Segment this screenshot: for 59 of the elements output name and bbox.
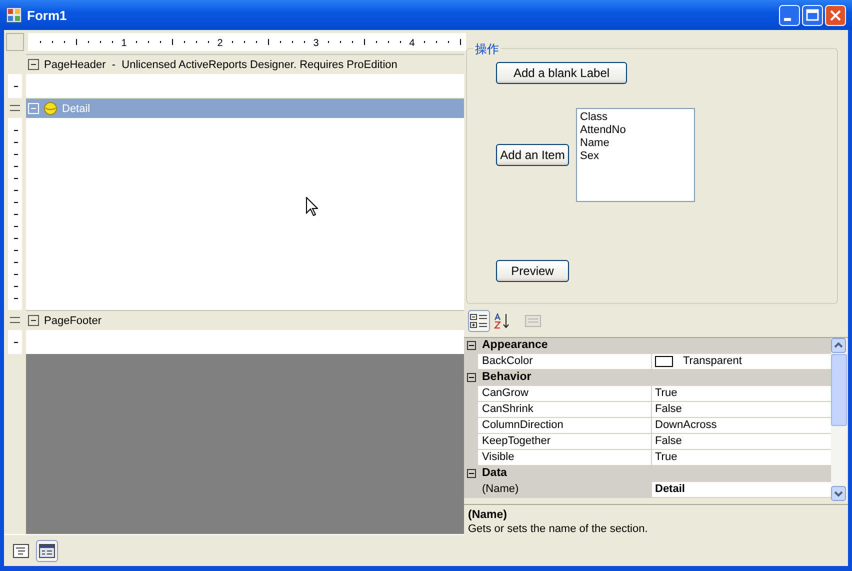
preview-button[interactable]: Preview: [496, 260, 569, 282]
property-name[interactable]: Visible: [478, 450, 652, 465]
grip-icon[interactable]: [10, 105, 20, 111]
scroll-thumb[interactable]: [831, 354, 847, 426]
category-name: Behavior: [481, 370, 532, 385]
property-name[interactable]: (Name): [478, 482, 652, 497]
section-title: Detail: [62, 102, 90, 114]
property-value[interactable]: True: [655, 450, 678, 465]
ruler-number: 3: [313, 38, 319, 49]
category-name: Data: [481, 466, 507, 481]
ruler-number: 1: [121, 38, 127, 49]
scroll-down-icon[interactable]: [831, 486, 846, 501]
scroll-up-icon[interactable]: [831, 338, 846, 353]
cursor-icon: [306, 197, 318, 216]
vertical-ruler: [8, 330, 22, 354]
property-name[interactable]: BackColor: [478, 354, 652, 369]
property-value[interactable]: False: [655, 402, 682, 417]
add-item-button[interactable]: Add an Item: [496, 144, 569, 166]
list-item[interactable]: Class: [580, 111, 691, 124]
description-text: Gets or sets the name of the section.: [468, 523, 649, 535]
property-name[interactable]: CanShrink: [478, 402, 652, 417]
section-title: PageHeader - Unlicensed ActiveReports Designer. Requires ProEdition: [44, 58, 398, 70]
minimize-icon[interactable]: [779, 4, 800, 26]
property-value[interactable]: DownAcross: [655, 418, 717, 433]
categorized-button[interactable]: [468, 310, 490, 332]
property-value[interactable]: False: [655, 434, 682, 449]
collapse-icon[interactable]: [466, 469, 476, 478]
window-title: Form1: [27, 8, 67, 22]
property-name[interactable]: CanGrow: [478, 386, 652, 401]
list-item[interactable]: Sex: [580, 150, 691, 163]
vertical-ruler: [8, 74, 22, 98]
layout-icon: [39, 544, 55, 558]
section-icon: [44, 102, 57, 115]
ruler-number: 2: [217, 38, 223, 49]
collapse-icon[interactable]: [28, 59, 39, 70]
maximize-icon[interactable]: [802, 4, 823, 26]
grip-icon[interactable]: [10, 317, 20, 323]
scrollbar[interactable]: [831, 338, 847, 501]
view-tab[interactable]: [36, 540, 58, 562]
collapse-icon[interactable]: [466, 341, 476, 350]
description-title: (Name): [468, 509, 508, 521]
add-label-button[interactable]: Add a blank Label: [496, 62, 627, 84]
property-value[interactable]: Detail: [655, 482, 685, 497]
close-icon[interactable]: [825, 4, 846, 26]
property-value[interactable]: True: [655, 386, 678, 401]
list-item[interactable]: AttendNo: [580, 124, 691, 137]
list-item[interactable]: Name: [580, 137, 691, 150]
group-title: 操作: [473, 41, 501, 58]
collapse-icon[interactable]: [28, 315, 39, 326]
property-name[interactable]: KeepTogether: [478, 434, 652, 449]
collapse-icon[interactable]: [466, 373, 476, 382]
ruler-number: 4: [409, 38, 415, 49]
section-title: PageFooter: [44, 314, 102, 326]
app-icon: [6, 7, 22, 23]
property-name[interactable]: ColumnDirection: [478, 418, 652, 433]
category-name: Appearance: [481, 338, 548, 353]
fields-list[interactable]: Class AttendNo Name Sex: [576, 108, 695, 202]
property-value[interactable]: Transparent: [683, 354, 742, 369]
script-icon: [13, 544, 29, 558]
